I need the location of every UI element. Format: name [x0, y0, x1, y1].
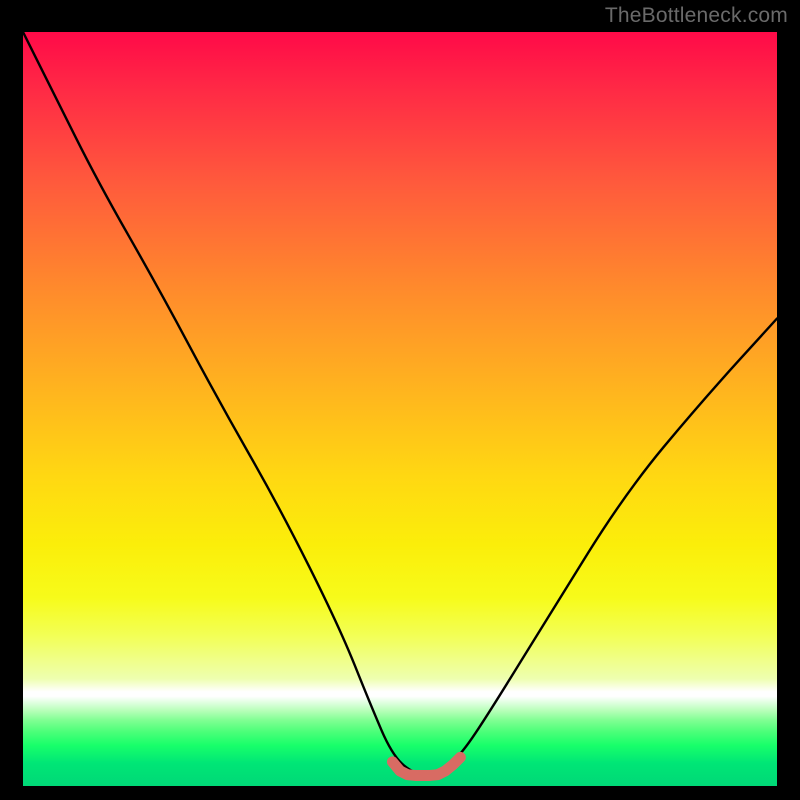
chart-frame: TheBottleneck.com [0, 0, 800, 800]
chart-svg [23, 32, 777, 786]
optimum-zone-marker [392, 757, 460, 775]
watermark-text: TheBottleneck.com [605, 4, 788, 28]
plot-area [23, 32, 777, 786]
bottleneck-curve-path [23, 32, 777, 775]
